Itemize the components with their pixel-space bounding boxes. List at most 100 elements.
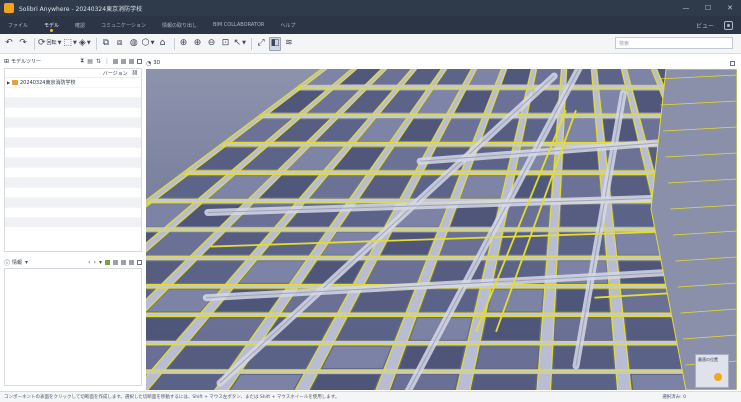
model-tree-title: モデルツリー [11,58,42,65]
beam [182,170,737,175]
isolate-icon[interactable]: ◍ [128,37,140,51]
floor-slab [322,346,391,369]
empty-row [5,137,141,147]
tree-item-label: 20240324東京消防学校 [20,80,76,86]
view-maximize-icon[interactable] [730,60,735,66]
empty-row [5,167,141,177]
filter-icon[interactable]: ⧗ [80,57,84,65]
tab-communication[interactable]: コミュニケーション [93,16,154,34]
beam [146,255,737,261]
empty-row [5,87,141,97]
tab-check[interactable]: 確認 [67,16,93,34]
link-icon[interactable]: ⛓ [132,70,138,76]
toolbar-divider [173,37,175,50]
window-controls: — ☐ ✕ [675,0,741,16]
version-label: バージョン [102,70,128,77]
floor-slab [597,69,625,85]
info-title: 情報 [12,259,23,266]
floor-slab [553,346,614,369]
3d-viewport[interactable]: 最適の位置 [146,69,737,390]
empty-row [5,117,141,127]
box-view-icon[interactable]: ⬡ ▼ [142,37,155,51]
panel-option-icon[interactable] [121,259,126,265]
view-title: 3D [153,60,161,66]
hide-components-icon[interactable]: ⧉ [100,37,112,51]
floor-slab [552,374,616,390]
empty-row [5,157,141,167]
model-tree: バージョン ⛓ ▶ 20240324東京消防学校 [4,68,142,252]
zoom-in-icon[interactable]: ⊕ [192,37,204,51]
redo-icon[interactable]: ↷ [17,37,29,51]
tab-file[interactable]: ファイル [0,16,36,34]
measure-icon[interactable]: ⤢ [255,37,267,51]
ribbon-right-area: ビュー [696,20,741,30]
info-mode-icon[interactable] [105,259,110,265]
empty-row [5,107,141,117]
ribbon-tabs: ファイル モデル 確認 コミュニケーション 情報の取り出し BIM COLLAB… [0,16,741,34]
orbit-label: 回転 [46,40,57,46]
left-panel: ⊞ モデルツリー ⧗ ▤ ⇅ ⋮ バージョン ⛓ ▶ 20240324東京消防学… [4,56,142,390]
empty-row [5,127,141,137]
layers-icon[interactable]: ≋ [283,37,295,51]
show-components-icon[interactable]: ⧈ [114,37,126,51]
panel-option-icon[interactable] [129,259,134,265]
info-icon: ⓘ [4,259,11,267]
orbit-button[interactable]: ⟳ 回転 ▼ [38,37,61,51]
dropdown-icon[interactable]: ▾ [99,259,102,266]
model-tree-header: ⊞ モデルツリー ⧗ ▤ ⇅ ⋮ [4,56,142,66]
zoom-fit-icon[interactable]: ⊕ [178,37,190,51]
panel-maximize-icon[interactable] [137,259,142,265]
zoom-out-icon[interactable]: ⊖ [206,37,218,51]
view-menu[interactable]: ビュー [696,21,714,30]
model-file-icon [12,80,18,85]
visibility-mode-icon[interactable]: ◈ ▼ [79,37,91,51]
toolbar: ↶ ↷ ⟳ 回転 ▼ ⬚ ▼ ◈ ▼ ⧉ ⧈ ◍ ⬡ ▼ ⌂ ⊕ ⊕ ⊖ ⊡ ↖ ▼ ⤢… [0,34,741,54]
minimize-button[interactable]: — [675,0,697,16]
close-button[interactable]: ✕ [719,0,741,16]
floor-slab [472,374,536,390]
panel-option-icon[interactable] [121,58,126,64]
tab-help[interactable]: ヘルプ [272,16,303,34]
navigation-cube[interactable]: 最適の位置 [695,354,729,388]
chevron-down-icon[interactable]: ▾ [25,259,28,266]
cursor-mode-icon[interactable]: ↖ ▼ [234,37,246,51]
tree-item[interactable]: ▶ 20240324東京消防学校 [5,78,141,87]
tree-sort-icon[interactable]: ⇅ [96,58,101,65]
maximize-button[interactable]: ☐ [697,0,719,16]
panel-maximize-icon[interactable] [137,58,142,64]
user-icon[interactable] [724,20,733,30]
home-view-icon[interactable]: ⌂ [157,37,169,51]
next-icon[interactable]: › [94,259,96,266]
tab-bim-collaborator[interactable]: BIM COLLABORATOR [205,16,272,34]
empty-row [5,207,141,217]
floor-slab [482,318,541,340]
floor-slab [311,374,380,390]
tree-toolbar: バージョン ⛓ [5,69,141,78]
tree-layout-icon[interactable]: ▤ [87,58,93,65]
model-tree-icon: ⊞ [4,57,10,65]
chevron-down-icon: ▼ [57,40,62,46]
info-header: ⓘ 情報 ▾ ‹ › ▾ [4,257,142,267]
info-panel [4,268,142,386]
tab-model[interactable]: モデル [36,16,67,34]
undo-icon[interactable]: ↶ [3,37,15,51]
select-mode-icon[interactable]: ⬚ ▼ [63,37,76,51]
zoom-window-icon[interactable]: ⊡ [220,37,232,51]
empty-row [5,197,141,207]
section-cut-icon[interactable]: ◧ [268,36,281,51]
floor-slab [460,176,506,198]
empty-row [5,147,141,157]
search-input[interactable]: 検索 [615,37,733,49]
floor-slab [565,90,594,113]
tree-options-icon[interactable]: ⋮ [104,58,110,65]
beam [146,227,737,232]
sun-icon[interactable] [714,373,722,381]
tab-information-takeoff[interactable]: 情報の取り出し [154,16,205,34]
previous-icon[interactable]: ‹ [88,259,90,266]
selection-count: 選択済み: 0 [662,395,686,400]
empty-row [5,177,141,187]
panel-option-icon[interactable] [113,58,118,64]
orbit-icon: ⟳ [38,38,46,48]
panel-option-icon[interactable] [113,259,118,265]
panel-option-icon[interactable] [129,58,134,64]
